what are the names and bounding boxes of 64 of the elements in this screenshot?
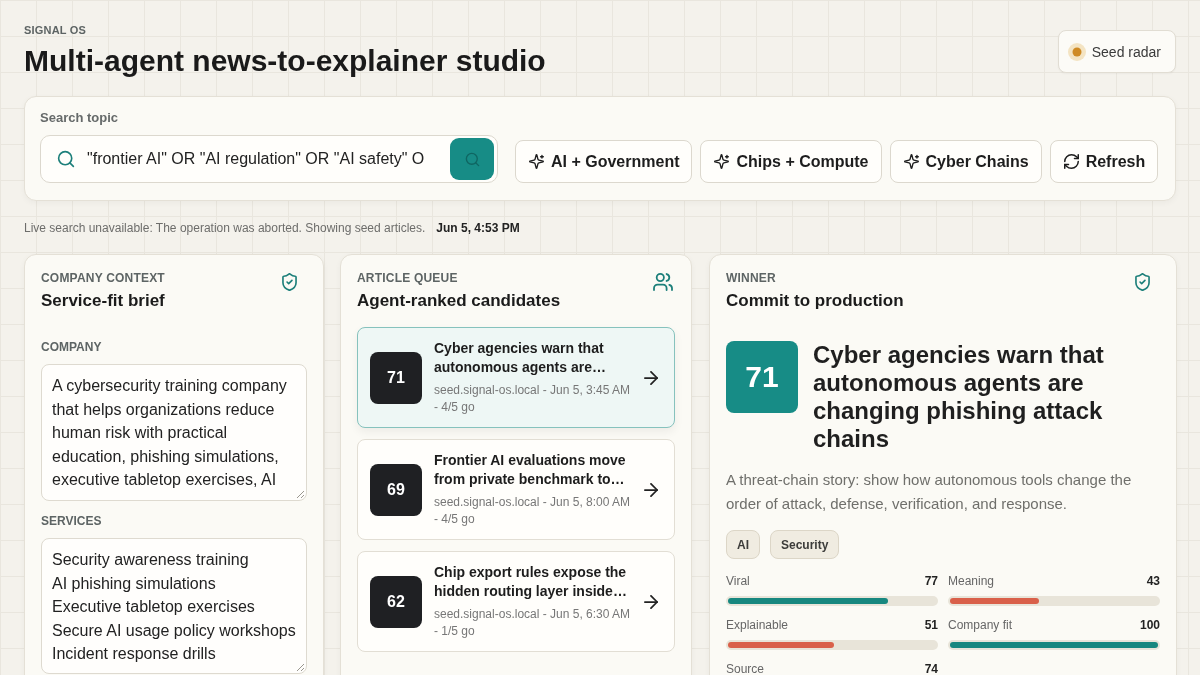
metric-value: 74 — [924, 662, 938, 675]
score-badge: 62 — [370, 575, 422, 628]
metric-label: Explainable — [726, 618, 789, 632]
article-meta: seed.signal-os.local - Jun 5, 8:00 AM - 4/5 go — [434, 494, 632, 528]
score-badge: 69 — [370, 463, 422, 516]
topic-preset-button[interactable]: Chips + Compute — [700, 140, 882, 183]
metric-value: 77 — [924, 574, 938, 588]
shield-check-icon — [282, 273, 297, 291]
shield-check-icon — [1135, 273, 1150, 291]
score-badge: 71 — [726, 341, 798, 413]
app-eyebrow: SIGNAL OS — [24, 23, 88, 37]
topic-tag: Security — [770, 530, 840, 559]
card-title: Service-fit brief — [41, 290, 165, 312]
topic-tag: AI — [726, 530, 760, 559]
arrow-right-icon — [644, 370, 658, 385]
metric-value: 100 — [1139, 618, 1160, 632]
search-label: Search topic — [40, 110, 120, 125]
article-card[interactable]: 62 Chip export rules expose the hidden routing layer inside… seed.signal-os.local - Jun 5, 6:30 AM - 1/5 go — [357, 551, 675, 652]
metric-label: Company fit — [948, 618, 1013, 632]
users-icon — [653, 273, 673, 291]
metric-label: Source — [726, 662, 765, 675]
topic-preset-button[interactable]: Cyber Chains — [889, 140, 1042, 183]
card-eyebrow: ARTICLE QUEUE — [357, 271, 459, 285]
article-card[interactable]: 71 Cyber agencies warn that autonomous agents are… seed.signal-os.local - Jun 5, 3:45 AM - 4/5 go — [357, 327, 675, 428]
card-title: Commit to production — [726, 290, 904, 312]
page-title: Multi-agent news-to-explainer studio — [24, 44, 546, 78]
metric-value: 43 — [1146, 574, 1160, 588]
company-textarea[interactable]: A cybersecurity training company that helps organizations reduce human risk with practical education, phishing simulations, executive tabletop exercises, AI — [41, 364, 307, 501]
winner-summary: A threat-chain story: show how autonomous tools change the order of attack, defense, verification, and response. — [726, 470, 1133, 514]
refresh-icon — [1063, 154, 1079, 169]
search-icon — [464, 151, 480, 167]
article-title: Cyber agencies warn that autonomous agents are… — [434, 339, 607, 377]
arrow-right-icon — [644, 482, 658, 497]
card-eyebrow: COMPANY CONTEXT — [41, 271, 165, 285]
company-label: COMPANY — [41, 340, 103, 354]
status-time: Jun 5, 4:53 PM — [436, 221, 520, 235]
metric-value: 51 — [924, 618, 938, 632]
resize-grip-icon — [296, 663, 304, 671]
metric-label: Viral — [726, 574, 750, 588]
topic-preset-button[interactable]: AI + Government — [515, 140, 693, 183]
refresh-button[interactable]: Refresh — [1049, 140, 1159, 183]
arrow-right-icon — [644, 594, 658, 609]
card-title: Agent-ranked candidates — [357, 290, 561, 312]
status-message: Live search unavailable: The operation was aborted. Showing seed articles. — [24, 221, 426, 235]
seed-radar-button[interactable]: Seed radar — [1057, 30, 1176, 73]
services-label: SERVICES — [41, 514, 103, 528]
sparkle-icon — [529, 154, 544, 169]
score-badge: 71 — [370, 351, 422, 404]
article-meta: seed.signal-os.local - Jun 5, 3:45 AM - 4/5 go — [434, 382, 632, 416]
metric-label: Meaning — [948, 574, 995, 588]
article-meta: seed.signal-os.local - Jun 5, 6:30 AM - 1/5 go — [434, 606, 632, 640]
status-dot-icon — [1067, 42, 1086, 61]
article-title: Chip export rules expose the hidden routing layer inside… — [434, 563, 628, 601]
search-icon — [57, 150, 75, 168]
article-title: Frontier AI evaluations move from private benchmark to… — [434, 451, 627, 489]
winner-headline: Cyber agencies warn that autonomous agents are changing phishing attack chains — [813, 341, 1105, 453]
search-field[interactable]: "frontier AI" OR "AI regulation" OR "AI safety" O — [40, 135, 498, 183]
search-button[interactable] — [450, 138, 494, 180]
resize-grip-icon — [296, 490, 304, 498]
sparkle-icon — [714, 154, 730, 169]
sparkle-icon — [903, 154, 919, 169]
card-eyebrow: WINNER — [726, 271, 777, 285]
services-textarea[interactable]: Security awareness training AI phishing simulations Executive tabletop exercises Secure AI usage policy workshops Incident response drills — [41, 538, 307, 674]
article-card[interactable]: 69 Frontier AI evaluations move from private benchmark to… seed.signal-os.local - Jun 5, 8:00 AM - 4/5 go — [357, 439, 675, 540]
